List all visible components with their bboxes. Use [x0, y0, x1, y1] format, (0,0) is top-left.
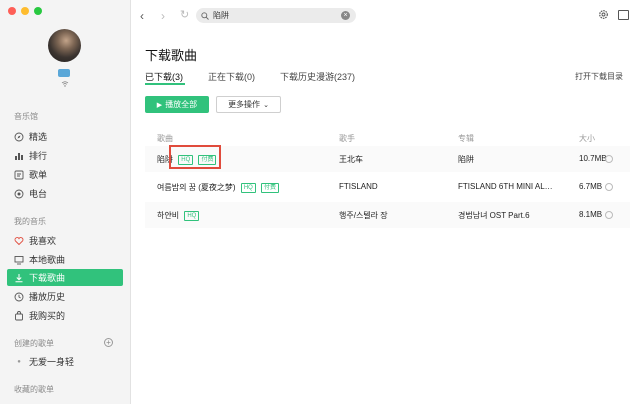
more-actions-button[interactable]: 更多操作 ⌄ [216, 96, 281, 113]
downloaded-icon [605, 155, 613, 163]
hq-badge: HQ [240, 183, 256, 193]
sidebar-item-history[interactable]: 播放历史 [7, 288, 123, 305]
reload-icon[interactable]: ↻ [180, 8, 189, 21]
sidebar-item-favorites[interactable]: 我喜欢 [7, 232, 123, 249]
size-cell: 6.7MB [579, 182, 603, 191]
section-my-music: 我的音乐 [14, 217, 46, 226]
page-title: 下载歌曲 [145, 48, 198, 63]
search-input[interactable] [213, 11, 341, 20]
open-download-folder-link[interactable]: 打开下载目录 [575, 71, 623, 82]
sidebar-item-playlist[interactable]: ● 无爱一身轻 [7, 353, 123, 370]
sidebar-item-downloads[interactable]: 下载歌曲 [7, 269, 123, 286]
sidebar-item-local[interactable]: 本地歌曲 [7, 251, 123, 268]
search-icon [201, 11, 209, 20]
section-music-hall: 音乐馆 [14, 112, 38, 121]
chevron-down-icon: ⌄ [263, 101, 269, 109]
artist-cell[interactable]: 王北车 [339, 154, 363, 165]
downloaded-icon [605, 183, 613, 191]
playlist-icon [14, 170, 24, 180]
chart-icon [14, 151, 24, 161]
radio-icon [14, 189, 24, 199]
bullet-icon: ● [17, 358, 21, 365]
downloaded-icon [605, 211, 613, 219]
mini-mode-icon[interactable] [618, 10, 629, 20]
bag-icon [14, 310, 24, 321]
gear-icon[interactable] [598, 9, 609, 20]
heart-icon [14, 236, 24, 246]
hq-badge: HQ [184, 211, 200, 221]
column-header-song[interactable]: 歌曲 [157, 133, 173, 144]
sidebar: 音乐馆 精选 排行 歌单 电台 我的音乐 我喜欢 本地歌曲 下载歌曲 播放历史 … [0, 0, 131, 404]
song-title: 하얀비 [157, 211, 180, 220]
avatar[interactable] [48, 29, 81, 62]
more-actions-label: 更多操作 [228, 100, 261, 109]
song-title-cell[interactable]: 하얀비 HQ [157, 210, 200, 221]
section-created-playlists: 创建的歌单 [14, 339, 54, 348]
back-icon[interactable]: ‹ [140, 9, 144, 23]
sidebar-item-radio[interactable]: 电台 [7, 185, 123, 202]
tab-download-history[interactable]: 下载历史漫游(237) [280, 70, 355, 83]
wifi-icon [61, 81, 69, 87]
clear-search-icon[interactable]: × [341, 11, 350, 20]
sidebar-item-label: 播放历史 [29, 292, 66, 302]
forward-icon[interactable]: › [161, 9, 165, 23]
album-cell[interactable]: 경법남녀 OST Part.6 [458, 210, 578, 221]
table-row[interactable]: 하얀비 HQ 행주/스텔라 장 경법남녀 OST Part.6 8.1MB [145, 202, 630, 228]
clock-icon [14, 292, 24, 302]
sidebar-item-label: 排行 [29, 151, 48, 161]
play-icon: ▶ [156, 101, 163, 109]
add-playlist-icon[interactable]: + [104, 338, 113, 347]
section-collected-playlists: 收藏的歌单 [14, 385, 54, 394]
tab-downloading[interactable]: 正在下载(0) [208, 70, 255, 83]
minimize-window-button[interactable] [21, 7, 29, 15]
song-title-cell[interactable]: 여름밤의 꿈 (夏夜之梦) HQ 付费 [157, 182, 280, 193]
download-icon [14, 273, 24, 283]
sidebar-item-label: 无爱一身轻 [29, 357, 75, 367]
artist-cell[interactable]: FTISLAND [339, 182, 378, 191]
vip-badge-icon[interactable] [58, 69, 70, 77]
app-window: 音乐馆 精选 排行 歌单 电台 我的音乐 我喜欢 本地歌曲 下载歌曲 播放历史 … [0, 0, 640, 404]
table-row[interactable]: 여름밤의 꿈 (夏夜之梦) HQ 付费 FTISLAND FTISLAND 6T… [145, 174, 630, 200]
song-title: 여름밤의 꿈 (夏夜之梦) [157, 183, 236, 192]
column-header-album[interactable]: 专辑 [458, 133, 474, 144]
size-cell: 8.1MB [579, 210, 603, 219]
close-window-button[interactable] [8, 7, 16, 15]
sidebar-item-label: 精选 [29, 132, 48, 142]
sidebar-item-label: 歌单 [29, 170, 48, 180]
sidebar-item-label: 下载歌曲 [29, 273, 66, 283]
sidebar-item-charts[interactable]: 排行 [7, 147, 123, 164]
column-header-artist[interactable]: 歌手 [339, 133, 355, 144]
column-header-size[interactable]: 大小 [579, 133, 595, 144]
album-cell[interactable]: 陷阱 [458, 154, 578, 165]
play-all-button[interactable]: ▶ 播放全部 [145, 96, 209, 113]
compass-icon [14, 132, 24, 142]
sidebar-item-label: 本地歌曲 [29, 255, 66, 265]
sidebar-item-featured[interactable]: 精选 [7, 128, 123, 145]
search-bar: × [196, 8, 356, 23]
sidebar-item-purchased[interactable]: 我购买的 [7, 307, 123, 324]
artist-cell[interactable]: 행주/스텔라 장 [339, 210, 388, 221]
window-controls [8, 7, 42, 15]
size-cell: 10.7MB [579, 154, 607, 163]
tab-downloaded[interactable]: 已下载(3) [145, 70, 183, 83]
sidebar-item-playlists[interactable]: 歌单 [7, 166, 123, 183]
maximize-window-button[interactable] [34, 7, 42, 15]
album-cell[interactable]: FTISLAND 6TH MINI AL… [458, 182, 578, 191]
active-tab-indicator [145, 83, 185, 85]
paid-badge: 付费 [261, 183, 280, 193]
annotation-highlight-box [169, 145, 221, 169]
monitor-icon [14, 255, 24, 265]
sidebar-item-label: 我喜欢 [29, 236, 57, 246]
sidebar-item-label: 我购买的 [29, 311, 66, 321]
play-all-label: 播放全部 [165, 100, 198, 109]
sidebar-item-label: 电台 [29, 189, 48, 199]
